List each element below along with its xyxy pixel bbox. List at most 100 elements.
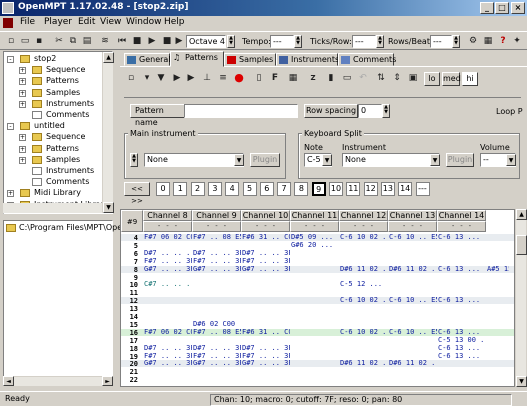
paste-icon[interactable]: ▤ — [80, 34, 94, 48]
pattern-cell[interactable] — [193, 337, 241, 344]
tree-hscrollbar[interactable] — [3, 203, 102, 213]
pattern-cell[interactable] — [487, 258, 509, 265]
pattern-cell[interactable] — [242, 376, 290, 383]
zoom-icon[interactable]: Z — [306, 71, 320, 85]
pattern-cell[interactable]: G#6 20 ... ... — [291, 242, 339, 249]
pattern-scroll-up-icon[interactable]: ▲ — [516, 209, 527, 220]
play-icon[interactable]: ▶ — [145, 34, 159, 48]
pattern-cell[interactable]: D#6 02 C00 — [193, 321, 241, 328]
pattern-cell[interactable] — [487, 313, 509, 320]
tab-samples[interactable]: Samples — [224, 53, 276, 66]
expand-toggle-icon[interactable]: + — [19, 78, 26, 86]
pattern-cell[interactable] — [389, 353, 437, 360]
pattern-cell[interactable] — [340, 368, 388, 375]
pattern-cell[interactable] — [487, 337, 509, 344]
record-icon[interactable]: ● — [232, 71, 246, 85]
ticks-spin[interactable]: ▲ ▼ — [376, 35, 384, 48]
pattern-cell[interactable] — [438, 321, 486, 328]
pattern-row[interactable]: 11 — [121, 289, 514, 297]
scroll-left-icon[interactable]: ◄ — [3, 376, 14, 386]
menu-edit[interactable]: Edit — [78, 17, 95, 27]
stop-pattern-icon[interactable]: ⊥ — [200, 71, 214, 85]
pattern-cell[interactable] — [340, 242, 388, 249]
pattern-cell[interactable] — [487, 353, 509, 360]
ticks-field[interactable]: --- — [352, 35, 376, 48]
view-hi-button[interactable]: hi — [462, 72, 478, 86]
channel-header[interactable]: Channel 10 — [241, 210, 290, 221]
tempo-field[interactable]: --- — [270, 35, 294, 48]
pattern-cell[interactable] — [438, 368, 486, 375]
play-from-start-icon[interactable]: ⏮ — [115, 34, 129, 48]
pattern-cell[interactable] — [487, 281, 509, 288]
pattern-row[interactable]: 22 — [121, 376, 514, 384]
channel-header[interactable]: Channel 9 — [192, 210, 241, 221]
pattern-cell[interactable]: D#7 .. .. 3FF — [193, 250, 241, 257]
tree-scrollbar[interactable]: ▲ ▼ — [102, 52, 114, 213]
settings-icon[interactable]: ⚙ — [466, 34, 480, 48]
pattern-cell[interactable] — [487, 329, 509, 336]
pattern-cell[interactable] — [291, 305, 339, 312]
pattern-row[interactable]: 10 C#7 .. .. ... C-5 12 ... ... — [121, 281, 514, 289]
pattern-cell[interactable] — [487, 321, 509, 328]
pattern-cell[interactable] — [242, 368, 290, 375]
expand-toggle-icon[interactable]: + — [19, 156, 26, 164]
pattern-cell[interactable]: D#7 .. .. 3FF — [242, 345, 290, 352]
pattern-cell[interactable] — [242, 289, 290, 296]
tree-item[interactable]: Samples — [46, 88, 80, 97]
pattern-cell[interactable]: D#7 .. .. 3FF — [242, 250, 290, 257]
split-icon[interactable]: ▣ — [406, 71, 420, 85]
pattern-cell[interactable] — [291, 274, 339, 281]
pattern-row[interactable]: 19F#7 .. .. 3FFF#7 .. .. 3FFF#7 .. .. 3F… — [121, 353, 514, 361]
pattern-cell[interactable] — [389, 321, 437, 328]
menu-file[interactable]: File — [20, 17, 35, 27]
tab-instruments[interactable]: Instruments — [276, 53, 339, 66]
open-icon[interactable]: ▭ — [18, 34, 32, 48]
tab-patterns[interactable]: ♫ Patterns — [170, 51, 224, 67]
tree-item[interactable]: Instruments — [46, 99, 94, 108]
pattern-cell[interactable] — [487, 250, 509, 257]
order-cell[interactable]: 0 — [156, 182, 170, 196]
pattern-cell[interactable]: F#6 31 .. C07 — [242, 329, 290, 336]
pattern-cell[interactable] — [144, 321, 192, 328]
main-plugin-button[interactable]: Plugin — [250, 153, 280, 167]
tree-item[interactable]: Midi Library — [34, 188, 81, 197]
pattern-row[interactable]: 20G#7 .. .. 3FFG#7 .. .. 3FFG#7 .. .. 3F… — [121, 360, 514, 368]
pattern-row[interactable]: 21 — [121, 368, 514, 376]
pause-icon[interactable]: ■ — [130, 34, 144, 48]
pattern-cell[interactable]: D#7 .. .. 3FF — [144, 345, 192, 352]
file-hscrollbar[interactable]: ◄ ► — [3, 376, 113, 386]
menu-help[interactable]: Help — [164, 17, 185, 27]
tree-item[interactable]: Sequence — [46, 132, 85, 141]
tree-item[interactable]: Comments — [46, 177, 89, 186]
pattern-cell[interactable]: D#7 .. .. ... — [144, 250, 192, 257]
tree-item[interactable]: Instruments — [46, 166, 94, 175]
tree-item[interactable]: Patterns — [46, 144, 79, 153]
pattern-cell[interactable]: F#7 .. .. 3FF — [193, 353, 241, 360]
pattern-cell[interactable] — [242, 321, 290, 328]
pattern-cell[interactable]: C-6 13 ... ... — [438, 234, 486, 241]
rows-beat-spin[interactable]: ▲ ▼ — [452, 35, 460, 48]
scroll-right-icon[interactable]: ► — [102, 376, 113, 386]
pattern-cell[interactable] — [193, 376, 241, 383]
pattern-cell[interactable] — [389, 313, 437, 320]
new-icon[interactable]: ▫ — [4, 34, 18, 48]
order-cell[interactable]: 6 — [259, 182, 274, 196]
maximize-button[interactable]: □ — [495, 2, 509, 14]
pattern-cell[interactable]: C-5 12 ... ... — [340, 281, 388, 288]
tree-item[interactable]: stop2 — [34, 54, 56, 63]
expand-icon[interactable]: ⇅ — [374, 71, 388, 85]
order-cell[interactable]: 4 — [225, 182, 240, 196]
pattern-cell[interactable] — [144, 305, 192, 312]
note-chevron-icon[interactable]: ▼ — [322, 154, 332, 166]
main-instrument-spin[interactable]: ▲ ▼ — [130, 153, 138, 167]
pattern-cell[interactable] — [193, 297, 241, 304]
pattern-cell[interactable] — [438, 305, 486, 312]
tree-item[interactable]: Comments — [46, 110, 89, 119]
pattern-cell[interactable]: G#7 .. .. 3FF — [242, 360, 290, 367]
pattern-cell[interactable] — [340, 337, 388, 344]
order-cell[interactable]: 13 — [380, 182, 395, 196]
pattern-cell[interactable] — [487, 360, 509, 367]
scroll-down-icon[interactable]: ▼ — [103, 202, 114, 213]
pattern-cell[interactable] — [242, 281, 290, 288]
row-spacing-spin[interactable]: ▲ ▼ — [382, 104, 390, 118]
